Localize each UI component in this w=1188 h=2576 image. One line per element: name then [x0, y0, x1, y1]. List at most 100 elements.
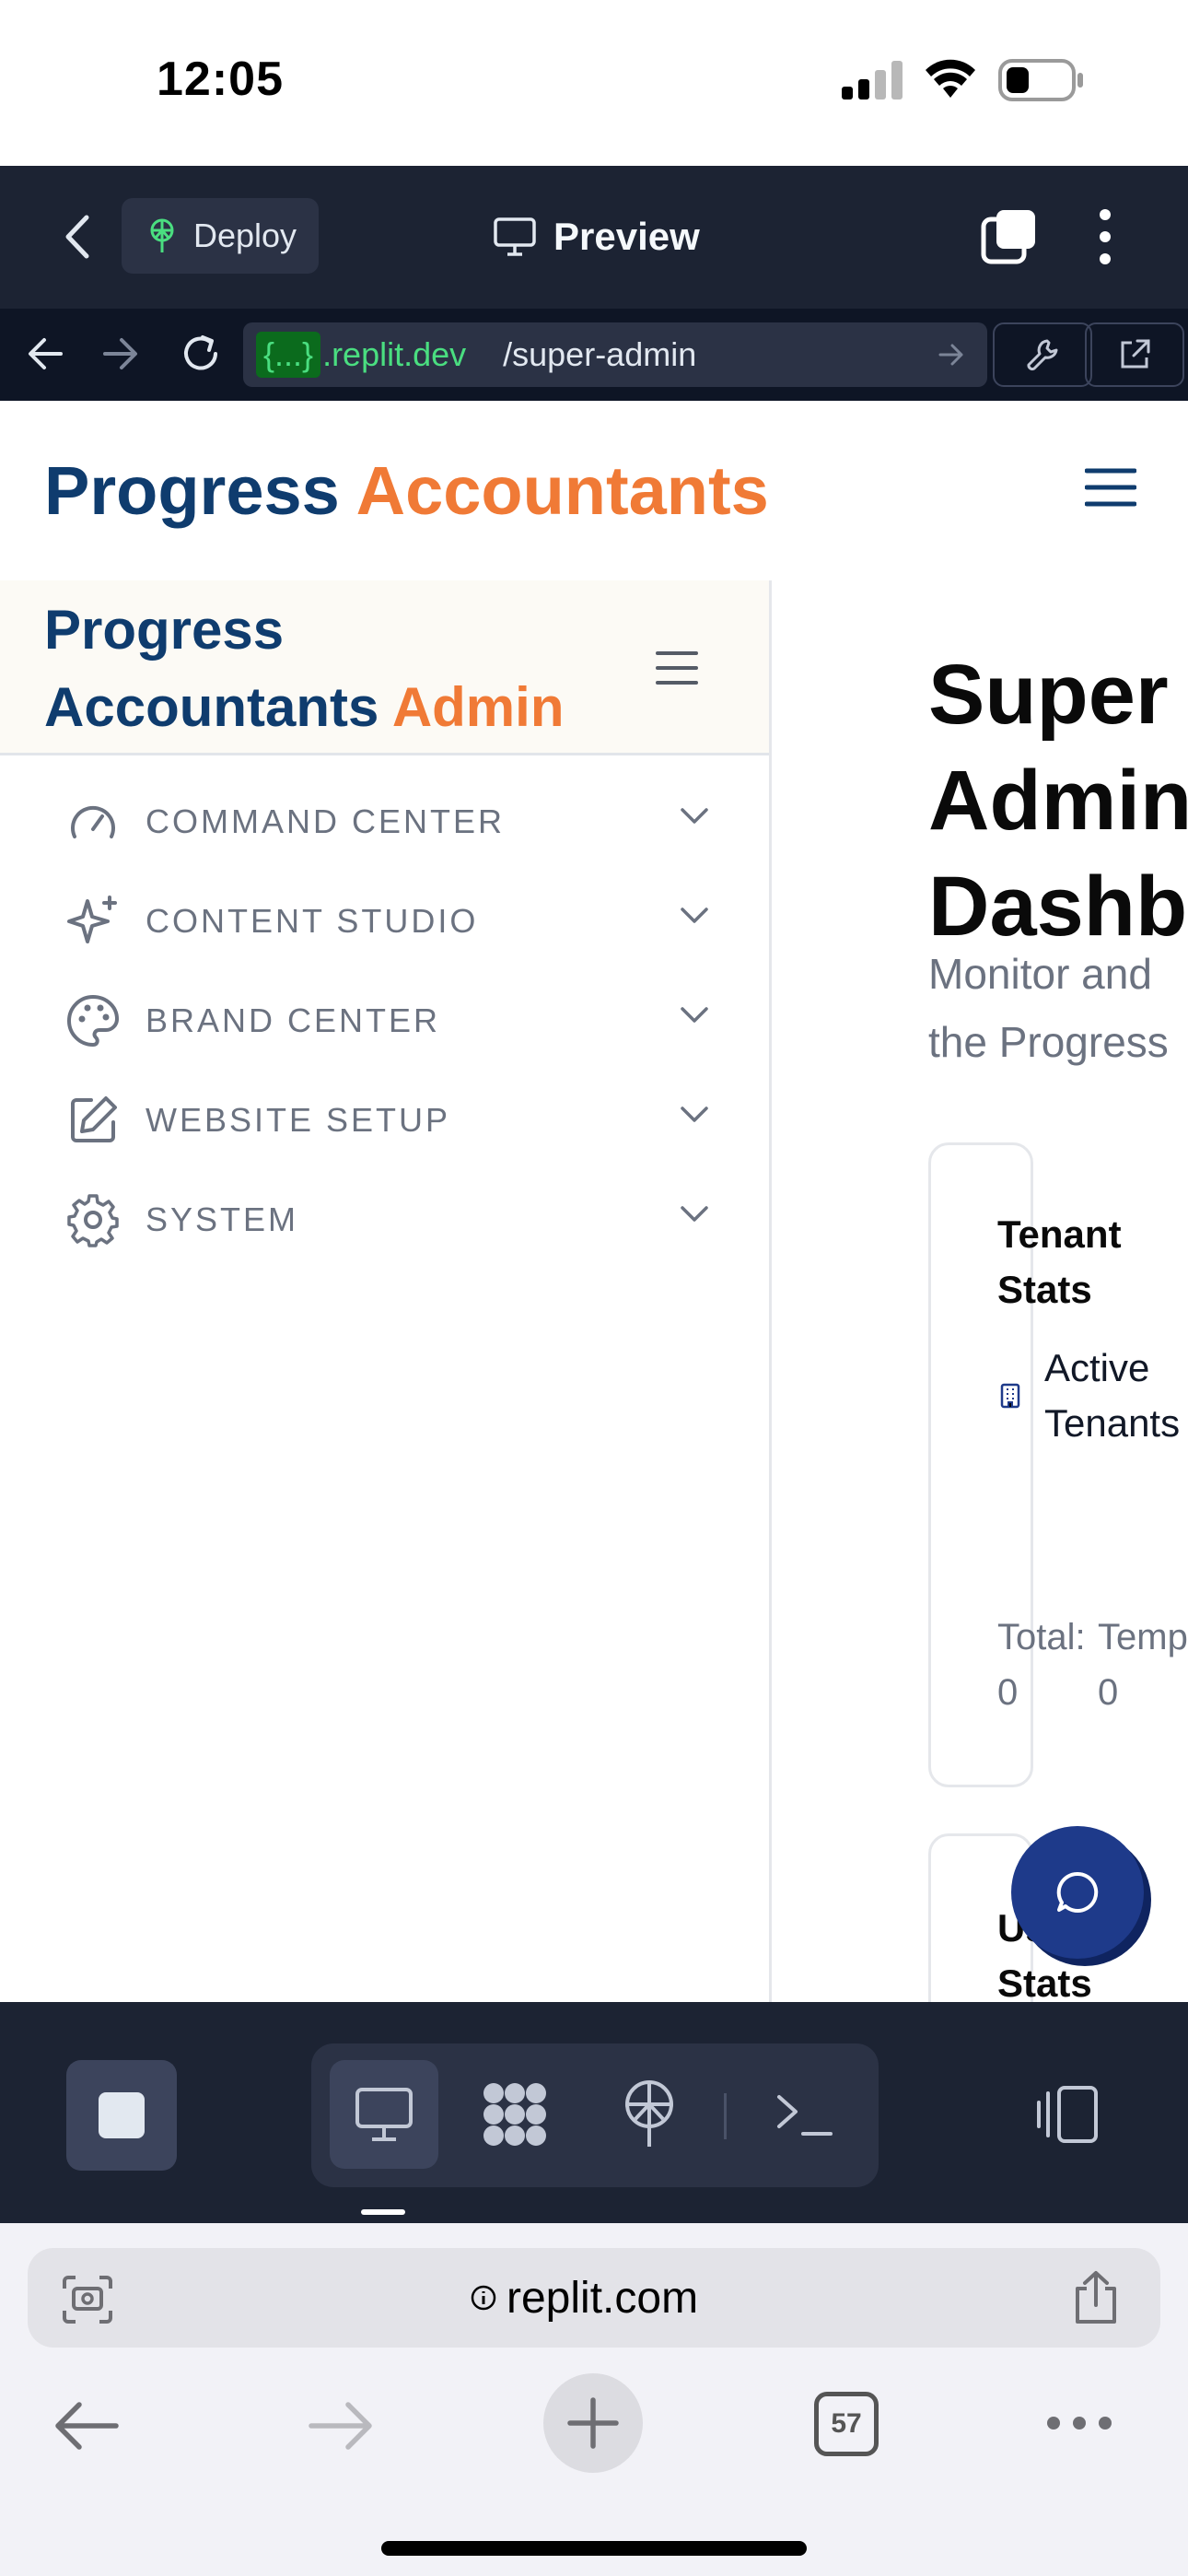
sidebar-item-label: WEBSITE SETUP [146, 1101, 451, 1139]
tenant-stats-title: Tenant Stats [997, 1207, 1122, 1317]
url-domain: .replit.dev [322, 335, 467, 373]
sidebar-item-label: CONTENT STUDIO [146, 902, 479, 940]
palette-icon [64, 992, 122, 1049]
sidebar-item-label: BRAND CENTER [146, 1001, 441, 1039]
url-chip: {...} [256, 332, 321, 378]
url-path: /super-admin [503, 335, 697, 373]
sidebar-item-label: COMMAND CENTER [146, 802, 505, 840]
page-title-line2: Admin [928, 754, 1188, 848]
gauge-icon [64, 793, 122, 850]
url-go-arrow-icon[interactable] [938, 341, 965, 369]
chevron-down-icon [680, 1006, 709, 1025]
agent-icon[interactable] [479, 2078, 551, 2150]
total-tenants-stat: Total: 0 [997, 1610, 1086, 1720]
sidebar-item-website-setup[interactable]: WEBSITE SETUP [64, 1083, 709, 1157]
more-vertical-icon[interactable] [1096, 208, 1114, 265]
temp-label: Temp [1098, 1617, 1188, 1657]
tenant-stats-title-line1: Tenant [997, 1212, 1122, 1256]
chevron-down-icon [680, 907, 709, 925]
chat-button[interactable] [1011, 1826, 1144, 1959]
split-view-icon[interactable] [1035, 2084, 1100, 2145]
toolbar-divider [724, 2093, 727, 2139]
chevron-down-icon [680, 1205, 709, 1224]
brand-name: Progress [44, 452, 340, 529]
preview-label: Preview [553, 215, 700, 258]
reload-icon[interactable] [179, 332, 223, 376]
active-tenants-line2: Tenants [1044, 1401, 1181, 1445]
brand-title[interactable]: Progress Accountants [44, 451, 769, 530]
deploy-icon [146, 217, 179, 254]
deploy-tool-icon[interactable] [619, 2078, 680, 2149]
sidebar-item-label: SYSTEM [146, 1200, 299, 1238]
building-icon [1000, 1383, 1020, 1409]
gear-icon [64, 1191, 122, 1248]
sparkles-icon [64, 893, 122, 950]
sidebar-item-content-studio[interactable]: CONTENT STUDIO [64, 884, 709, 958]
wrench-icon [1025, 337, 1060, 372]
edit-icon [64, 1092, 122, 1149]
temp-tenants-stat: Temp 0 [1098, 1610, 1188, 1720]
sidebar-item-system[interactable]: SYSTEM [64, 1183, 709, 1257]
tenant-stats-title-line2: Stats [997, 1268, 1092, 1311]
admin-sidebar: Progress Accountants Admin COMMAND CENTE… [0, 580, 772, 2002]
devtools-button[interactable] [993, 322, 1092, 387]
deploy-button[interactable]: Deploy [122, 198, 319, 274]
external-link-icon [1117, 337, 1152, 372]
chat-bubble-icon [1054, 1869, 1101, 1915]
brand-name-accent: Accountants [355, 452, 769, 529]
sidebar-title-accent: Admin [391, 676, 565, 738]
sidebar-header: Progress Accountants Admin [0, 580, 769, 755]
info-icon [470, 2284, 497, 2312]
total-value: 0 [997, 1672, 1019, 1713]
hamburger-menu-icon[interactable] [1085, 465, 1136, 509]
safari-forward-icon[interactable] [308, 2401, 374, 2451]
page-tools-icon[interactable] [61, 2274, 114, 2325]
total-label: Total: [997, 1617, 1086, 1657]
back-chevron-icon[interactable] [59, 212, 96, 262]
safari-url: replit.com [470, 2268, 698, 2327]
page-subtitle: Monitor and the Progress [928, 940, 1169, 1076]
sidebar-title-line1: Progress [44, 599, 285, 661]
page-title: Super Admin Dashb [928, 642, 1188, 960]
plus-icon [566, 2396, 620, 2450]
home-indicator [381, 2541, 807, 2556]
active-tenants-label: Active Tenants [1044, 1341, 1180, 1451]
page-title-line1: Super [928, 648, 1169, 742]
app-preview: Progress Accountants Progress Accountant… [0, 401, 1188, 2002]
chevron-down-icon [680, 807, 709, 825]
deploy-label: Deploy [193, 217, 297, 254]
sidebar-title-line2: Accountants [44, 676, 379, 738]
sidebar-item-brand-center[interactable]: BRAND CENTER [64, 984, 709, 1058]
url-input[interactable]: {...} .replit.dev /super-admin [243, 322, 987, 387]
open-new-tab-button[interactable] [1085, 322, 1184, 387]
chevron-down-icon [680, 1106, 709, 1124]
sidebar-item-command-center[interactable]: COMMAND CENTER [64, 785, 709, 859]
new-tab-button[interactable] [543, 2373, 643, 2473]
tabs-icon[interactable] [980, 206, 1039, 265]
sidebar-title: Progress Accountants Admin [44, 591, 564, 746]
safari-back-icon[interactable] [53, 2401, 120, 2451]
share-icon[interactable] [1072, 2270, 1120, 2325]
status-time: 12:05 [157, 53, 284, 106]
user-stats-title-line2: Stats [997, 1961, 1092, 2002]
battery-icon [998, 59, 1085, 101]
wifi-icon [925, 59, 976, 100]
page-subtitle-line1: Monitor and [928, 950, 1152, 998]
active-tenants-line1: Active [1044, 1346, 1150, 1389]
nav-forward-arrow-icon[interactable] [101, 335, 140, 372]
page-subtitle-line2: the Progress [928, 1018, 1169, 1066]
tab-count-button[interactable]: 57 [814, 2392, 879, 2456]
temp-value: 0 [1098, 1672, 1119, 1713]
monitor-icon [493, 217, 537, 257]
preview-monitor-icon [354, 2084, 414, 2145]
nav-back-arrow-icon[interactable] [26, 335, 64, 372]
toolbar-handle[interactable] [361, 2209, 405, 2215]
preview-title: Preview [493, 206, 700, 267]
stop-button[interactable] [66, 2060, 177, 2171]
safari-url-text: replit.com [507, 2273, 699, 2323]
sidebar-toggle-icon[interactable] [656, 650, 698, 686]
more-horizontal-icon[interactable] [1046, 2416, 1112, 2430]
tab-count-label: 57 [831, 2408, 862, 2439]
stop-icon [97, 2090, 146, 2140]
terminal-icon[interactable] [775, 2090, 834, 2141]
